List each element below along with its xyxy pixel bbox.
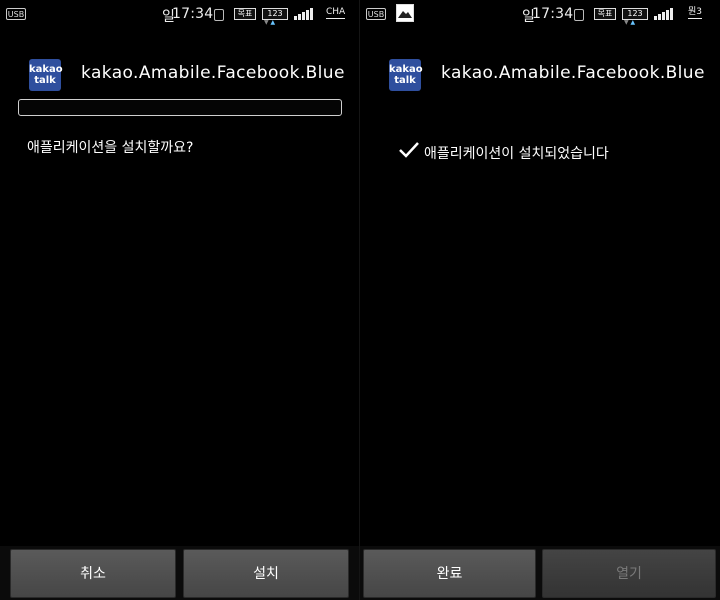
button-bar: 취소 설치	[0, 546, 360, 600]
data-activity-icon: ▼ ▲	[264, 19, 276, 26]
install-complete-screen: USB 일 17:34 목표 123 ▼ ▲ 뭔3 kakao talk kak…	[360, 0, 720, 600]
clock: 17:34	[172, 6, 214, 22]
vibrate-icon	[574, 9, 584, 21]
app-icon-text: talk	[34, 75, 56, 86]
status-box-icon: 목표	[234, 8, 256, 20]
cancel-button[interactable]: 취소	[10, 549, 176, 598]
usb-icon: USB	[366, 8, 386, 20]
vibrate-icon	[214, 9, 224, 21]
app-icon-text: kakao	[29, 64, 63, 75]
data-activity-icon: ▼ ▲	[624, 19, 636, 26]
install-complete-message: 애플리케이션이 설치되었습니다	[424, 146, 609, 162]
app-name: kakao.Amabile.Facebook.Blue	[441, 63, 705, 83]
done-button[interactable]: 완료	[363, 549, 536, 598]
install-question: 애플리케이션을 설치할까요?	[27, 140, 194, 156]
button-bar: 완료 열기	[360, 546, 720, 600]
clock: 17:34	[532, 6, 574, 22]
status-bar: USB 일 17:34 목표 123 ▼ ▲ 뭔3	[360, 0, 720, 30]
kakaotalk-app-icon: kakao talk	[389, 59, 423, 91]
install-progress-bar	[18, 99, 342, 116]
carrier-label: CHA	[326, 7, 346, 19]
install-confirm-screen: USB 일 17:34 목표 123 ▼ ▲ CHA kakao talk ka…	[0, 0, 360, 600]
install-button[interactable]: 설치	[183, 549, 349, 598]
status-box-icon: 목표	[594, 8, 616, 20]
status-bar: USB 일 17:34 목표 123 ▼ ▲ CHA	[0, 0, 360, 30]
kakaotalk-app-icon: kakao talk	[29, 59, 63, 91]
carrier-label: 뭔3	[688, 7, 703, 19]
signal-icon	[294, 8, 316, 20]
app-icon-text: talk	[394, 75, 416, 86]
open-button[interactable]: 열기	[542, 549, 716, 598]
usb-icon: USB	[6, 8, 26, 20]
app-header: kakao talk kakao.Amabile.Facebook.Blue	[0, 50, 360, 100]
signal-icon	[654, 8, 676, 20]
app-icon-text: kakao	[389, 64, 423, 75]
app-name: kakao.Amabile.Facebook.Blue	[81, 63, 345, 83]
checkmark-icon	[399, 142, 419, 158]
app-header: kakao talk kakao.Amabile.Facebook.Blue	[360, 50, 720, 100]
image-notification-icon	[396, 4, 414, 22]
